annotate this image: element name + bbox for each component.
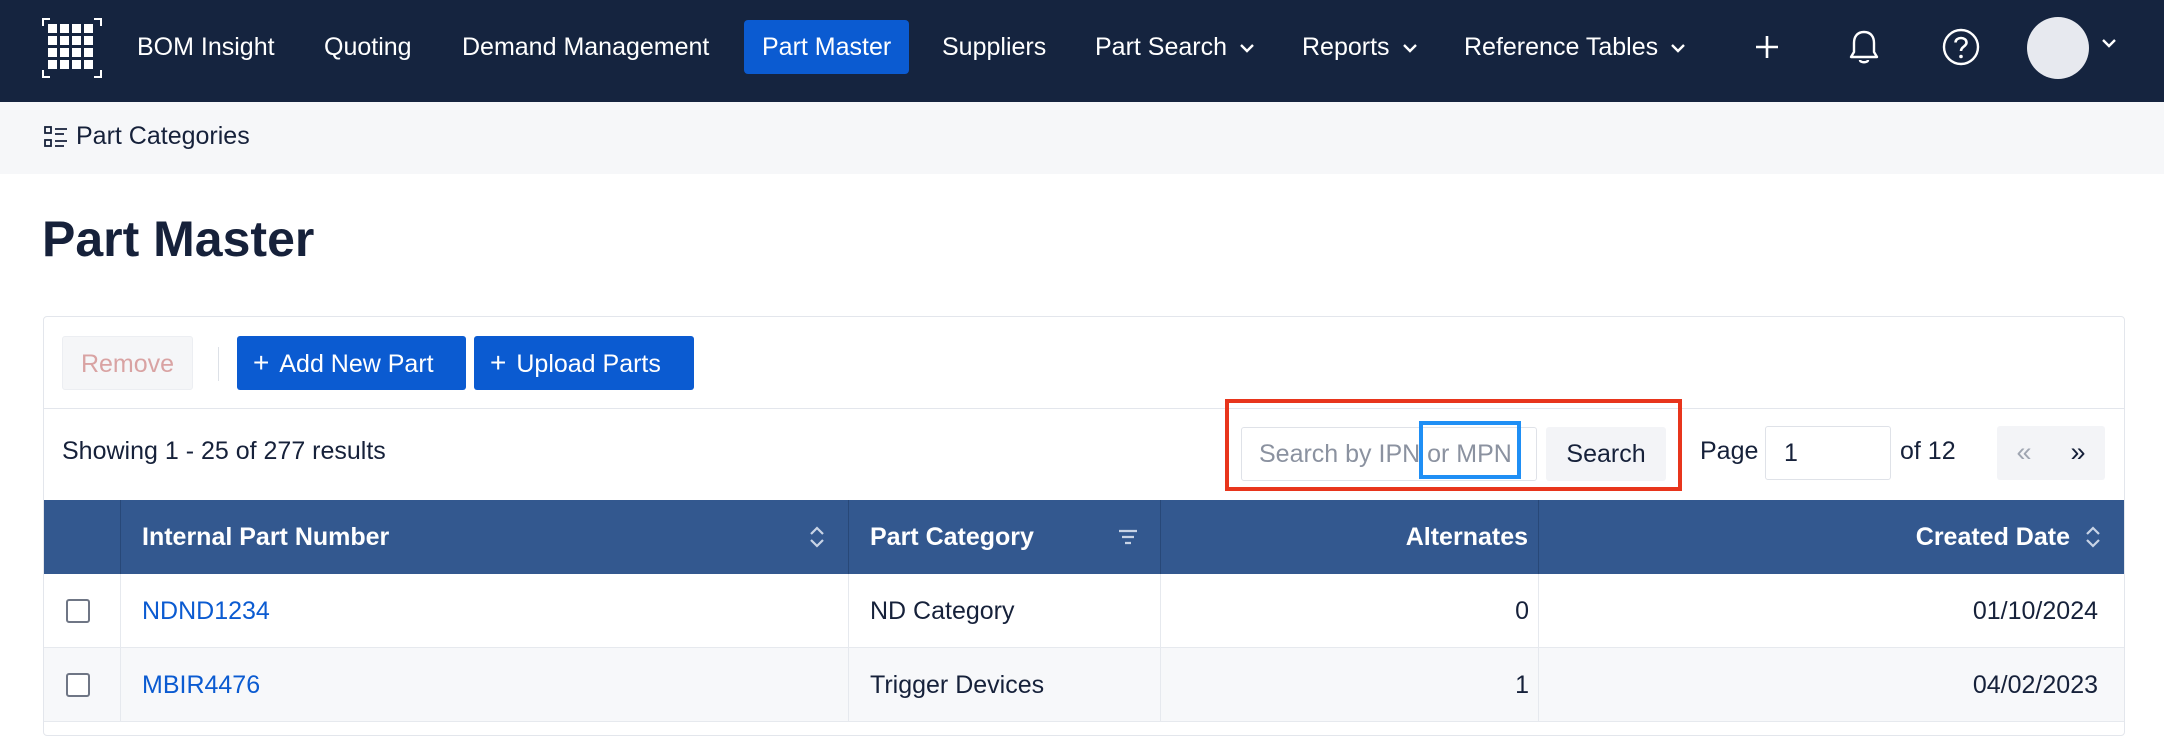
nav-item-label: Reference Tables (1464, 33, 1659, 61)
nav-item-suppliers[interactable]: Suppliers (942, 20, 1046, 74)
list-icon (44, 125, 67, 147)
page-title: Part Master (42, 211, 315, 267)
previous-page-button[interactable]: « (1997, 426, 2051, 480)
column-header-internal-part-number[interactable]: Internal Part Number (142, 500, 389, 574)
page-label: Page (1700, 437, 1759, 465)
column-header-part-category[interactable]: Part Category (870, 500, 1034, 574)
upload-parts-button[interactable]: + Upload Parts (474, 336, 694, 390)
help-button[interactable] (1936, 22, 1986, 72)
nav-item-label: Quoting (324, 33, 412, 61)
nav-item-label: BOM Insight (137, 33, 275, 61)
table-row[interactable]: NDND1234 ND Category 0 01/10/2024 (44, 574, 2124, 648)
internal-part-number-link[interactable]: NDND1234 (142, 574, 270, 648)
results-summary: Showing 1 - 25 of 277 results (62, 437, 386, 465)
add-new-part-label: Add New Part (279, 350, 434, 378)
nav-item-bom-insight[interactable]: BOM Insight (137, 20, 275, 74)
filter-icon[interactable] (1117, 525, 1139, 549)
part-master-panel: Remove + Add New Part + Upload Parts Showi… (43, 316, 2125, 736)
nav-item-reference-tables[interactable]: Reference Tables (1464, 20, 1686, 74)
next-page-button[interactable]: » (2051, 426, 2105, 480)
bell-icon (1849, 30, 1879, 64)
nav-item-label: Suppliers (942, 33, 1047, 61)
chevron-down-icon (1402, 44, 1417, 54)
column-divider (848, 500, 849, 574)
part-categories-label: Part Categories (76, 122, 250, 150)
nav-item-demand-management[interactable]: Demand Management (462, 20, 709, 74)
plus-icon: + (490, 347, 507, 378)
column-header-created-date[interactable]: Created Date (1538, 500, 2070, 574)
plus-icon: + (253, 347, 270, 378)
toolbar-divider (218, 347, 219, 381)
row-checkbox[interactable] (66, 673, 90, 697)
cell-divider (120, 574, 121, 648)
sort-icon[interactable] (808, 525, 826, 549)
alternates-cell: 0 (1515, 597, 1529, 625)
nav-item-label: Part Search (1095, 33, 1228, 61)
nav-item-label: Demand Management (462, 33, 710, 61)
chevron-down-icon[interactable] (2101, 38, 2117, 48)
column-divider (120, 500, 121, 574)
add-button[interactable] (1742, 22, 1792, 72)
help-icon (1942, 28, 1980, 66)
mpn-highlight-box (1419, 421, 1521, 479)
app-logo-icon[interactable] (42, 18, 102, 78)
page-number-input[interactable]: 1 (1765, 426, 1891, 480)
toolbar-divider (44, 408, 2124, 409)
top-navigation-bar: BOM Insight Quoting Demand Management Pa… (0, 0, 2164, 102)
table-header: Internal Part Number Part Category Alter… (44, 500, 2124, 574)
upload-parts-label: Upload Parts (516, 350, 661, 378)
plus-icon (1756, 36, 1778, 58)
nav-item-part-master[interactable]: Part Master (744, 20, 910, 74)
nav-item-reports[interactable]: Reports (1302, 20, 1418, 74)
column-header-alternates[interactable]: Alternates (1160, 500, 1528, 574)
add-new-part-button[interactable]: + Add New Part (237, 336, 466, 390)
nav-item-label: Reports (1302, 33, 1390, 61)
part-categories-link[interactable]: Part Categories (44, 122, 250, 151)
created-date-cell: 01/10/2024 (1972, 597, 2098, 625)
chevron-down-icon (1240, 44, 1254, 54)
nav-item-quoting[interactable]: Quoting (324, 20, 412, 74)
nav-item-label: Part Master (762, 33, 892, 61)
avatar[interactable] (2027, 17, 2089, 79)
row-checkbox[interactable] (66, 599, 90, 623)
chevron-down-icon (1671, 44, 1685, 54)
page-total: of 12 (1900, 437, 1956, 465)
part-category-cell: ND Category (870, 597, 1015, 625)
sort-icon[interactable] (2084, 525, 2102, 549)
notifications-button[interactable] (1839, 22, 1889, 72)
nav-item-part-search[interactable]: Part Search (1095, 20, 1255, 74)
remove-button[interactable]: Remove (62, 336, 193, 390)
sub-navigation-bar: Part Categories (0, 102, 2164, 174)
cell-divider (848, 574, 849, 648)
